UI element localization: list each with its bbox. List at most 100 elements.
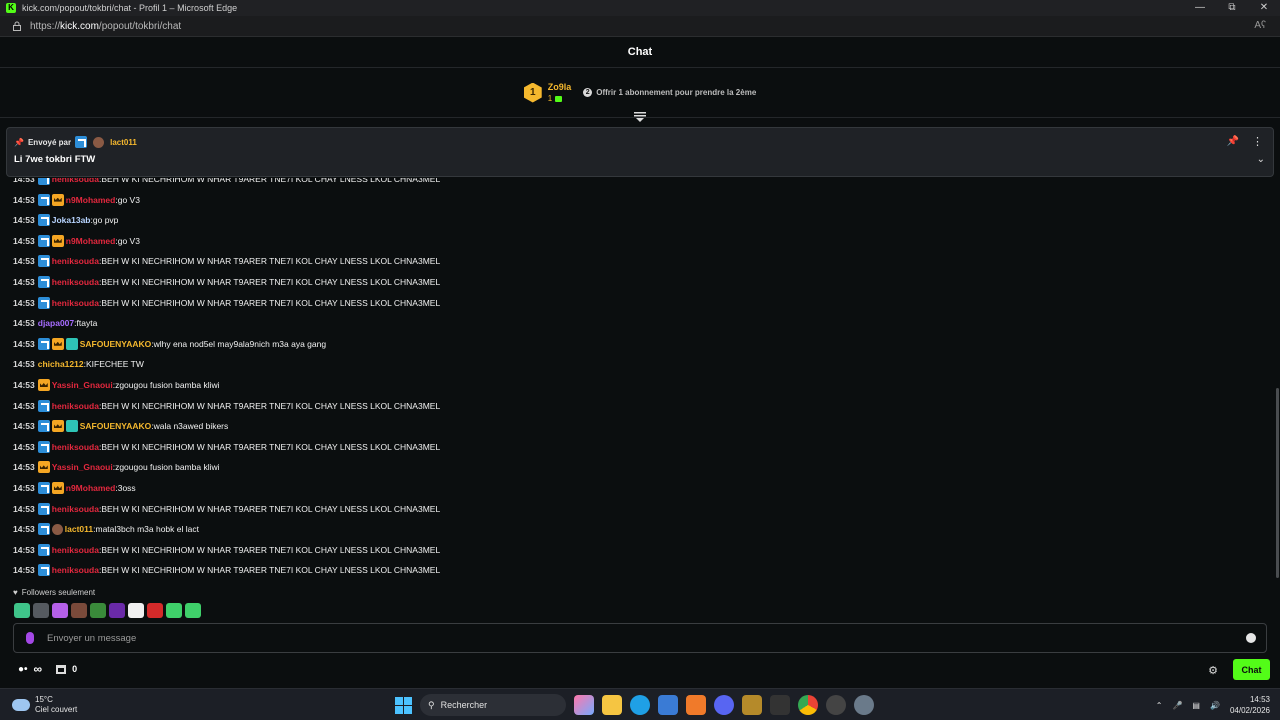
emote-icon[interactable] — [109, 603, 125, 618]
clock-date: 04/02/2026 — [1229, 706, 1270, 715]
message-username[interactable]: lact011 — [65, 524, 93, 534]
message-username[interactable]: Yassin_Gnaoui — [52, 462, 113, 472]
chat-message: 14:53 heniksouda: BEH W KI NECHRIHOM W NH… — [13, 440, 440, 454]
crown-badge-icon — [51, 420, 64, 433]
message-username[interactable]: SAFOUENYAAKO — [80, 421, 151, 431]
unpin-icon[interactable]: 📌 — [1227, 136, 1239, 147]
chat-message: 14:53 n9Mohamed: 3oss — [13, 481, 136, 495]
url-host: kick.com — [60, 20, 99, 32]
emote-icon[interactable] — [185, 603, 201, 618]
app-orange-icon[interactable] — [686, 695, 706, 715]
window-title: kick.com/popout/tokbri/chat - Profil 1 –… — [22, 3, 238, 13]
app-yellow-icon[interactable] — [742, 695, 762, 715]
file-explorer-icon[interactable] — [602, 695, 622, 715]
subscriber-badge-icon — [37, 523, 50, 536]
message-username[interactable]: heniksouda — [52, 565, 99, 575]
message-username[interactable]: heniksouda — [52, 298, 99, 308]
message-username[interactable]: heniksouda — [52, 256, 99, 266]
discord-icon[interactable] — [714, 695, 734, 715]
subscriber-badge-icon — [37, 214, 50, 227]
app-g-icon[interactable] — [770, 695, 790, 715]
chat-message: 14:53 heniksouda: BEH W KI NECHRIHOM W NH… — [13, 254, 440, 268]
message-input-box[interactable] — [13, 623, 1267, 653]
collapse-filter-icon[interactable] — [633, 111, 647, 123]
gift-count-value: 1 — [547, 93, 553, 103]
clock[interactable]: 14:53 04/02/2026 — [1230, 694, 1270, 716]
message-username[interactable]: SAFOUENYAAKO — [80, 339, 151, 349]
chat-message: 14:53 heniksouda: BEH W KI NECHRIHOM W NH… — [13, 399, 440, 413]
lock-icon — [13, 21, 21, 31]
chrome-icon[interactable] — [798, 695, 818, 715]
message-username[interactable]: heniksouda — [52, 442, 99, 452]
message-username[interactable]: Yassin_Gnaoui — [52, 380, 113, 390]
message-username[interactable]: n9Mohamed — [66, 236, 116, 246]
edge-browser-icon[interactable] — [630, 695, 650, 715]
microphone-icon[interactable] — [26, 632, 34, 644]
minimize-icon[interactable]: — — [1184, 0, 1216, 16]
gifter-badge-icon — [65, 420, 78, 433]
emote-icon[interactable] — [52, 603, 68, 618]
emote-icon[interactable] — [33, 603, 49, 618]
chat-header: Chat — [0, 37, 1280, 68]
emote-icon[interactable] — [14, 603, 30, 618]
window-controls: — ⧉ ✕ — [1184, 0, 1280, 16]
app-circle-icon[interactable] — [826, 695, 846, 715]
message-username[interactable]: Joka13ab — [52, 215, 91, 225]
address-bar[interactable]: https:// kick.com /popout/tokbri/chat Aʕ — [0, 16, 1280, 37]
message-username[interactable]: chicha1212 — [38, 359, 84, 369]
clock-time: 14:53 — [1249, 695, 1270, 704]
mic-tray-icon[interactable]: 🎤 — [1172, 701, 1182, 710]
chat-scrollbar[interactable] — [1276, 388, 1279, 578]
restore-icon[interactable]: ⧉ — [1216, 0, 1248, 16]
message-username[interactable]: heniksouda — [52, 504, 99, 514]
store-icon[interactable] — [658, 695, 678, 715]
subscriber-badge-icon — [37, 255, 50, 268]
emoji-picker-icon[interactable] — [1246, 633, 1256, 643]
chat-message: 14:53 heniksouda: BEH W KI NECHRIHOM W NH… — [13, 296, 440, 310]
emote-icon[interactable] — [71, 603, 87, 618]
emote-icon[interactable] — [147, 603, 163, 618]
message-username[interactable]: heniksouda — [52, 545, 99, 555]
copilot-icon[interactable] — [574, 695, 594, 715]
taskbar-search[interactable]: ⚲ Rechercher — [420, 694, 566, 716]
close-icon[interactable]: ✕ — [1248, 0, 1280, 16]
volume-icon[interactable]: 🔊 — [1210, 701, 1220, 710]
message-username[interactable]: n9Mohamed — [66, 195, 116, 205]
gifter-info[interactable]: Zo9la 1 — [548, 81, 572, 105]
emote-icon[interactable] — [128, 603, 144, 618]
windows-taskbar: 15°C Ciel couvert ⚲ Rechercher ⌃ 🎤 ▤ 🔊 1… — [0, 688, 1280, 720]
chat-message: 14:53 Yassin_Gnaoui: zgougou fusion bamba… — [13, 378, 220, 392]
message-username[interactable]: n9Mohamed — [66, 483, 116, 493]
emote-icon[interactable] — [166, 603, 182, 618]
links-group[interactable]: ●• ∞ — [18, 662, 42, 676]
message-username[interactable]: heniksouda — [52, 277, 99, 287]
emote-icon[interactable] — [90, 603, 106, 618]
message-time: 14:53 — [13, 297, 35, 308]
network-icon[interactable]: ▤ — [1192, 701, 1200, 710]
gift-offer[interactable]: 2 Offrir 1 abonnement pour prendre la 2è… — [583, 88, 756, 97]
settings-icon[interactable] — [854, 695, 874, 715]
message-username[interactable]: heniksouda — [52, 178, 99, 184]
chevron-up-icon[interactable]: ⌃ — [1156, 701, 1163, 710]
message-time: 14:53 — [13, 503, 35, 514]
shop-group[interactable]: 0 — [56, 664, 77, 674]
pinned-user[interactable]: lact011 — [110, 138, 137, 147]
pinned-message: 📌 Envoyé par lact011 Li 7we tokbri FTW 📌… — [6, 127, 1274, 177]
message-username[interactable]: djapa007 — [38, 318, 74, 328]
message-text: BEH W KI NECHRIHOM W NHAR T9ARER TNE7I K… — [101, 441, 441, 452]
reader-mode-icon[interactable]: Aʕ — [1254, 20, 1266, 31]
chat-bottom-bar: ●• ∞ 0 ⚙ Chat — [0, 656, 1280, 684]
chat-message: 14:53 Yassin_Gnaoui: zgougou fusion bamba… — [13, 460, 220, 474]
message-input[interactable] — [47, 630, 1227, 647]
gear-icon[interactable]: ⚙ — [1208, 664, 1218, 677]
windows-start-icon[interactable] — [395, 696, 412, 714]
crown-badge-icon — [51, 193, 64, 206]
message-time: 14:53 — [13, 380, 35, 390]
message-username[interactable]: heniksouda — [52, 401, 99, 411]
more-options-icon[interactable]: ⋮ — [1252, 135, 1263, 148]
weather-widget[interactable]: 15°C Ciel couvert — [12, 695, 77, 715]
send-chat-button[interactable]: Chat — [1233, 659, 1270, 680]
user-avatar — [93, 136, 105, 148]
chat-message: 14:53 djapa007: ftayta — [13, 316, 97, 330]
chevron-down-icon[interactable]: ⌄ — [1257, 154, 1265, 165]
